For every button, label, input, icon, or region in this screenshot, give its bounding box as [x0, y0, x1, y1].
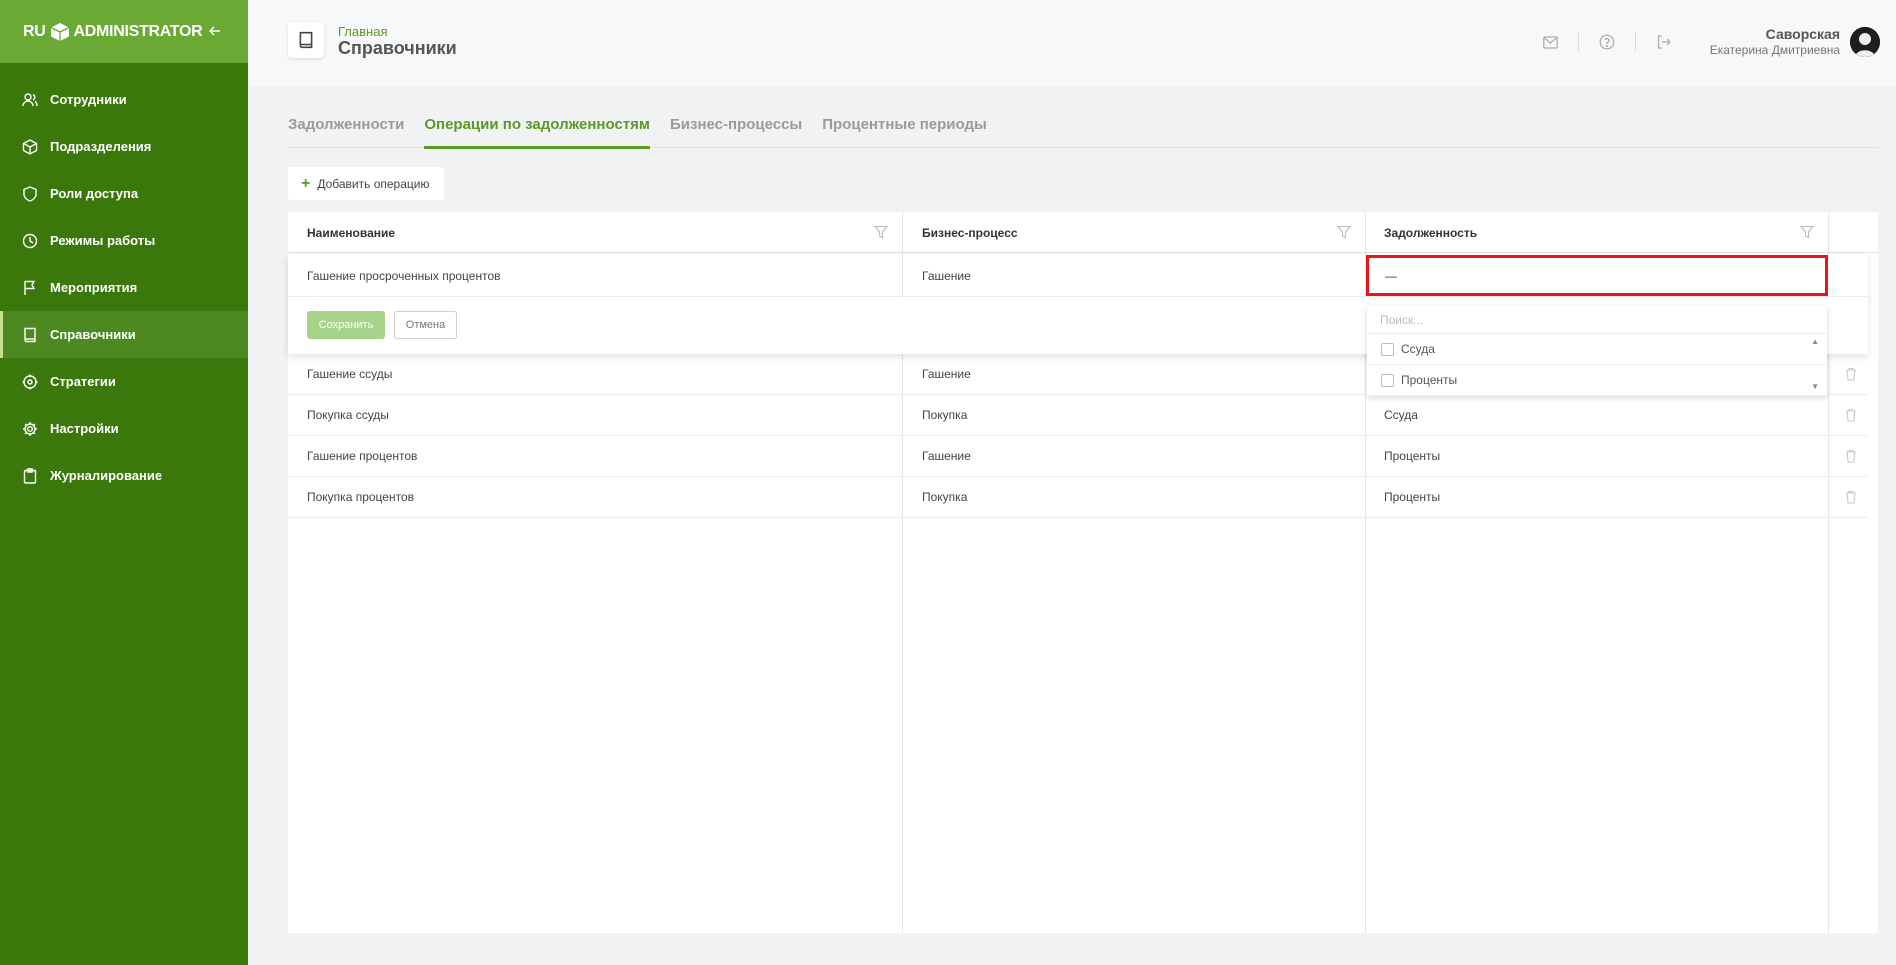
- cell-process: Гашение: [922, 367, 971, 381]
- cell-name: Гашение процентов: [307, 449, 418, 463]
- table-header: Наименование Бизнес-процесс Задолженност…: [288, 212, 1878, 253]
- cell-name: Гашение ссуды: [307, 367, 393, 381]
- cell-name: Покупка ссуды: [307, 408, 389, 422]
- tab-business-processes[interactable]: Бизнес-процессы: [670, 116, 802, 148]
- collapse-arrow-icon[interactable]: [204, 20, 226, 42]
- trash-icon[interactable]: [1845, 408, 1857, 422]
- target-icon: [22, 374, 38, 390]
- sidebar-item-logging[interactable]: Журналирование: [0, 452, 248, 499]
- logo: RU ADMINISTRATOR: [23, 21, 203, 43]
- add-operation-button[interactable]: + Добавить операцию: [288, 167, 445, 200]
- cell-name: Покупка процентов: [307, 490, 414, 504]
- shield-icon: [22, 185, 38, 202]
- tab-interest-periods[interactable]: Процентные периоды: [822, 116, 987, 148]
- sidebar-item-label: Роли доступа: [50, 186, 139, 201]
- sidebar-item-directories[interactable]: Справочники: [0, 311, 248, 358]
- filter-icon[interactable]: [1336, 225, 1352, 244]
- brand-left-text: RU: [23, 22, 46, 40]
- help-icon[interactable]: [1595, 30, 1619, 54]
- edit-name-field[interactable]: Гашение просроченных процентов: [307, 254, 501, 297]
- column-header-debt: Задолженность: [1384, 225, 1478, 240]
- cell-process: Гашение: [922, 449, 971, 463]
- page-title: Справочники: [338, 38, 457, 58]
- cell-process: Покупка: [922, 408, 968, 422]
- scroll-up-icon[interactable]: ▲: [1811, 337, 1819, 346]
- brand-right-text: ADMINISTRATOR: [73, 22, 203, 40]
- table-row[interactable]: Покупка ссуды Покупка Ссуда: [288, 395, 1868, 436]
- users-icon: [22, 92, 38, 108]
- debt-select[interactable]: —: [1366, 255, 1828, 296]
- sidebar-item-strategies[interactable]: Стратегии: [0, 358, 248, 405]
- cube-icon: [22, 138, 38, 155]
- logo-cube-icon: [49, 21, 71, 43]
- column-divider: [902, 254, 903, 297]
- sidebar-item-settings[interactable]: Настройки: [0, 405, 248, 452]
- sidebar-item-label: Журналирование: [50, 468, 163, 483]
- logout-icon[interactable]: [1652, 30, 1676, 54]
- sidebar-item-work-modes[interactable]: Режимы работы: [0, 217, 248, 264]
- cancel-button[interactable]: Отмена: [394, 311, 457, 339]
- debt-dropdown: Поиск... Ссуда Проценты ▲ ▼: [1367, 306, 1827, 396]
- sidebar-item-label: Стратегии: [50, 374, 116, 389]
- sidebar-item-label: Режимы работы: [50, 233, 156, 248]
- filter-icon[interactable]: [1799, 225, 1815, 244]
- gear-icon: [22, 421, 38, 437]
- user-first-name: Екатерина Дмитриевна: [1709, 43, 1840, 57]
- save-button[interactable]: Сохранить: [307, 311, 385, 339]
- clock-icon: [22, 233, 38, 249]
- cell-debt: Проценты: [1384, 490, 1441, 504]
- sidebar-item-label: Подразделения: [50, 139, 152, 154]
- tabs: Задолженности Операции по задолженностям…: [288, 116, 1878, 149]
- book-icon: [22, 327, 38, 343]
- cell-debt: Ссуда: [1384, 408, 1418, 422]
- mail-icon[interactable]: [1538, 30, 1562, 54]
- sidebar-item-label: Мероприятия: [50, 280, 138, 295]
- table-row[interactable]: Гашение процентов Гашение Проценты: [288, 436, 1868, 477]
- trash-icon[interactable]: [1845, 449, 1857, 463]
- trash-icon[interactable]: [1845, 490, 1857, 504]
- sidebar-nav: Сотрудники Подразделения Роли доступа Ре…: [0, 76, 248, 499]
- sidebar-item-access-roles[interactable]: Роли доступа: [0, 170, 248, 217]
- scroll-down-icon[interactable]: ▼: [1811, 382, 1819, 391]
- header-tools: [1538, 30, 1676, 54]
- checkbox[interactable]: [1381, 373, 1394, 387]
- tab-debts[interactable]: Задолженности: [288, 116, 404, 148]
- brand-bar: RU ADMINISTRATOR: [0, 0, 248, 63]
- flag-icon: [22, 280, 38, 296]
- book-icon: [288, 22, 324, 58]
- dropdown-option[interactable]: Ссуда: [1367, 334, 1827, 365]
- edit-process-field[interactable]: Гашение: [922, 254, 971, 297]
- divider: [1635, 32, 1636, 52]
- column-header-name: Наименование: [307, 225, 396, 240]
- dropdown-option[interactable]: Проценты: [1367, 365, 1827, 396]
- trash-icon[interactable]: [1845, 367, 1857, 381]
- breadcrumb[interactable]: Главная: [338, 24, 387, 39]
- divider: [1578, 32, 1579, 52]
- avatar[interactable]: [1850, 27, 1880, 57]
- plus-icon: +: [301, 174, 311, 192]
- sidebar-item-label: Настройки: [50, 421, 119, 436]
- filter-icon[interactable]: [873, 225, 889, 244]
- option-label: Ссуда: [1401, 342, 1435, 356]
- sidebar-item-label: Сотрудники: [50, 92, 127, 107]
- dropdown-search-input[interactable]: Поиск...: [1367, 306, 1827, 334]
- column-header-process: Бизнес-процесс: [922, 225, 1018, 240]
- add-operation-label: Добавить операцию: [317, 176, 430, 191]
- table-row[interactable]: Покупка процентов Покупка Проценты: [288, 477, 1868, 518]
- user-info[interactable]: Саворская Екатерина Дмитриевна: [1710, 26, 1840, 57]
- sidebar-item-events[interactable]: Мероприятия: [0, 264, 248, 311]
- cell-debt: Проценты: [1384, 449, 1441, 463]
- sidebar-item-label: Справочники: [50, 327, 136, 342]
- option-label: Проценты: [1401, 373, 1458, 387]
- user-last-name: Саворская: [1765, 26, 1840, 42]
- tab-debt-operations[interactable]: Операции по задолженностям: [424, 116, 650, 149]
- cell-process: Покупка: [922, 490, 968, 504]
- checkbox[interactable]: [1381, 342, 1394, 356]
- sidebar: RU ADMINISTRATOR Сотрудники Подразделени…: [0, 0, 248, 965]
- header: Главная Справочники Саворская Екатерина …: [248, 0, 1896, 86]
- sidebar-item-departments[interactable]: Подразделения: [0, 123, 248, 170]
- sidebar-item-employees[interactable]: Сотрудники: [0, 76, 248, 123]
- clipboard-icon: [22, 467, 38, 484]
